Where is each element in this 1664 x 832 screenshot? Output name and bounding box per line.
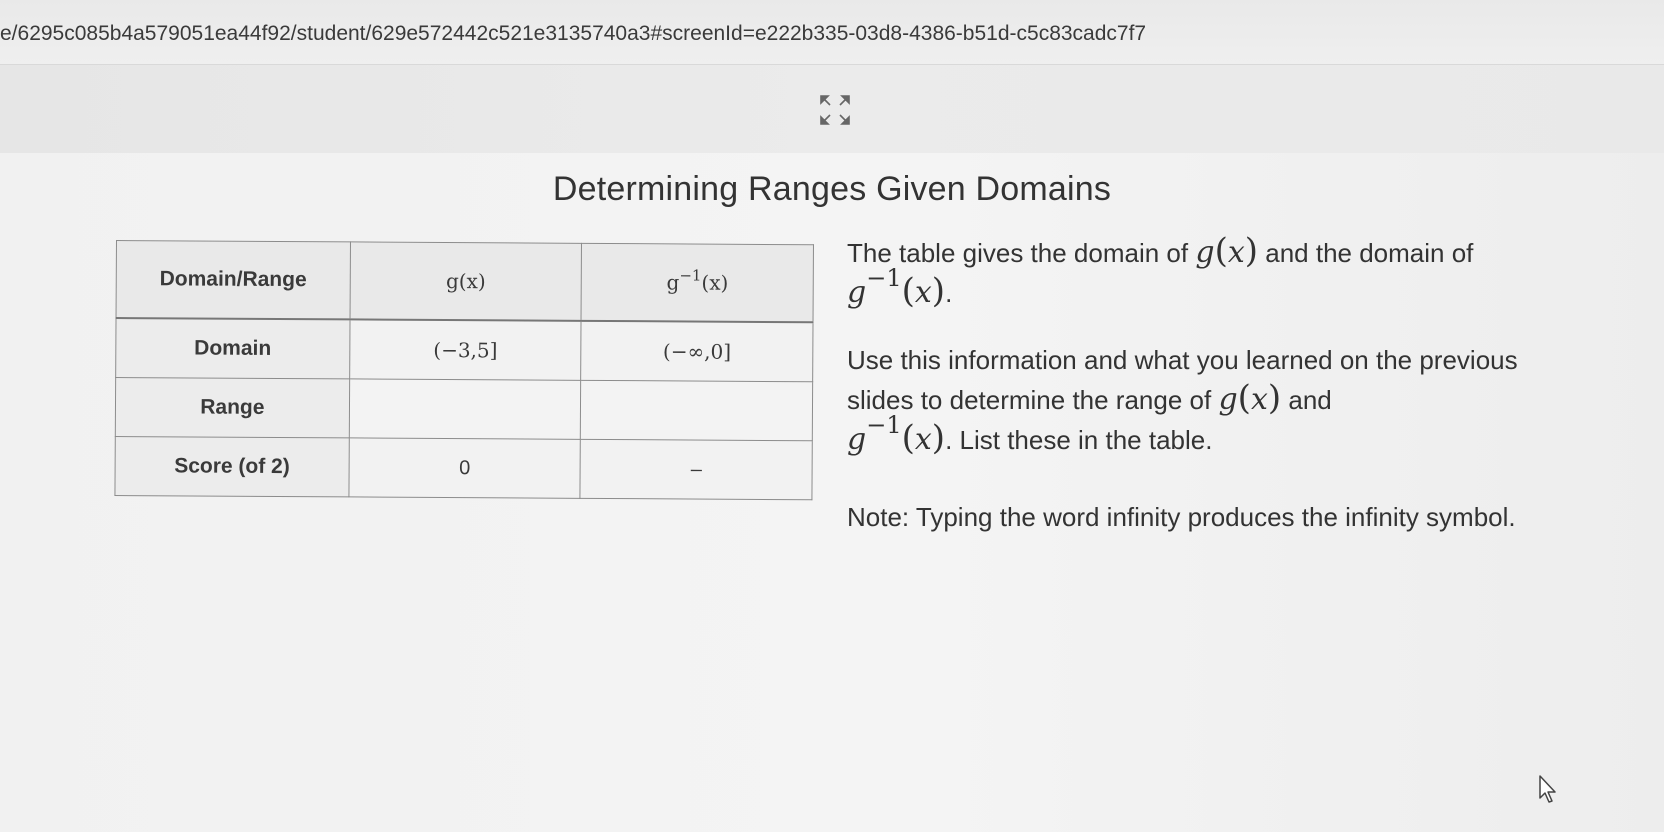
math-x: x [1227,235,1245,270]
header-g-inverse: g−1(x) [581,243,814,323]
instruction-note: Note: Typing the word infinity produces … [847,502,1516,532]
p1-period: . [945,278,953,308]
row-label-score: Score (of 2) [114,436,350,497]
instruction-paragraph-2: Use this information and what you learne… [847,341,1547,460]
domain-range-table: Domain/Range g(x) g−1(x) Domain (−3,5] (… [114,240,814,501]
math-g: g [1218,382,1238,417]
table-row: Range [115,377,813,441]
math-rparen: ) [931,271,946,311]
range-g-inverse-input[interactable] [580,380,813,441]
instructions: The table gives the domain of g(x) and t… [847,232,1547,536]
math-rparen: ) [1267,378,1282,418]
math-x: x [914,275,932,310]
math-g-inverse-of-x: g−1(x) [847,411,945,457]
url-text[interactable]: e/6295c085b4a579051ea44f92/student/629e5… [0,22,1146,46]
math-g: g [1195,235,1215,270]
domain-g-inverse-value: (−∞,0] [581,320,814,382]
header-g-letter: g [666,270,680,295]
math-rparen: ) [1244,231,1259,271]
math-g-of-x: g(x) [1195,232,1258,270]
mouse-pointer-icon [1539,775,1556,803]
header-inverse-exponent: −1 [679,266,702,285]
math-inverse-exp: −1 [866,411,902,439]
math-lparen: ( [901,271,915,311]
math-lparen: ( [1214,231,1228,271]
score-g-inverse-value: – [580,439,813,500]
row-label-range: Range [115,377,350,438]
browser-url-bar[interactable]: e/6295c085b4a579051ea44f92/student/629e5… [0,0,1664,65]
math-g: g [847,275,867,310]
range-g-input[interactable] [349,378,582,440]
math-lparen: ( [1237,378,1251,418]
math-x: x [914,422,932,457]
math-inverse-exp: −1 [866,264,902,292]
instruction-paragraph-1: The table gives the domain of g(x) and t… [847,232,1547,313]
score-g-value: 0 [348,437,581,499]
math-x: x [1250,382,1268,417]
table-row: Domain (−3,5] (−∞,0] [115,318,814,382]
math-lparen: ( [901,418,915,458]
page-title: Determining Ranges Given Domains [552,170,1112,208]
p1-text-mid: and the domain of [1265,238,1474,268]
p2-and: and [1288,385,1332,415]
math-g-of-x: g(x) [1218,379,1281,417]
math-rparen: ) [931,418,946,458]
row-label-domain: Domain [115,318,350,379]
header-g: g(x) [349,241,582,321]
header-domain-range: Domain/Range [116,240,351,320]
p2-end: . List these in the table. [945,425,1213,455]
domain-g-value: (−3,5] [349,319,582,381]
math-g-inverse-of-x: g−1(x) [847,264,945,310]
math-g: g [847,422,867,457]
p2-text: Use this information and what you learne… [847,345,1518,415]
table-row: Score (of 2) 0 – [114,436,813,500]
expand-arrows-icon[interactable] [817,92,853,128]
header-g-inverse-arg: (x) [701,270,729,295]
